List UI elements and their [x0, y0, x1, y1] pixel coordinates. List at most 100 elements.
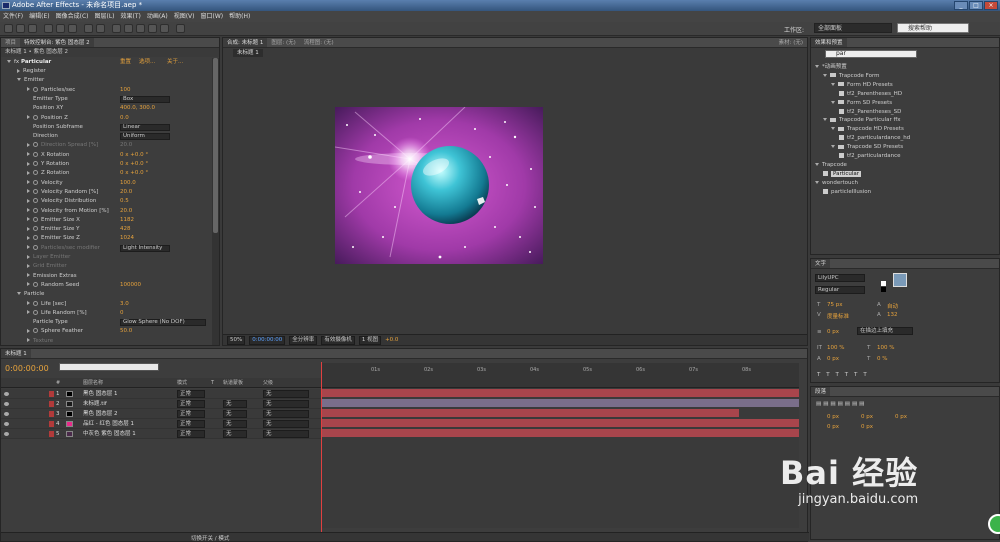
brush-tool-icon[interactable] — [124, 24, 133, 33]
font-style-select[interactable]: Regular — [815, 286, 865, 294]
stopwatch-icon[interactable] — [33, 188, 38, 194]
mask-tool-icon[interactable] — [84, 24, 93, 33]
active-camera-select[interactable]: 有效摄像机 — [321, 335, 355, 345]
layer-duration-bar[interactable] — [321, 399, 799, 407]
timeline-playhead[interactable] — [321, 362, 322, 532]
expand-toggle-icon[interactable] — [27, 282, 30, 287]
effect-reset-link[interactable]: 重置 — [120, 58, 131, 67]
stopwatch-icon[interactable] — [33, 235, 38, 241]
blend-mode-select[interactable]: 正常 — [177, 400, 205, 408]
effect-property-row[interactable]: Position XY 400.0, 300.0 — [1, 104, 211, 113]
indent-left-value[interactable]: 0 px — [827, 414, 839, 420]
close-button[interactable]: × — [984, 1, 998, 10]
effect-about-link[interactable]: 关于... — [167, 58, 183, 67]
layer-duration-bar[interactable] — [321, 419, 799, 427]
exposure-value[interactable]: +0.0 — [385, 337, 398, 343]
expand-toggle-icon[interactable] — [831, 127, 835, 131]
effect-property-row[interactable]: Particles/sec modifier Light Intensity — [1, 244, 211, 253]
workspace-select[interactable]: 全部面板 — [814, 23, 892, 33]
visibility-eye-icon[interactable] — [4, 412, 9, 416]
effect-property-row[interactable]: Position Z 0.0 — [1, 114, 211, 123]
property-value[interactable]: 0.5 — [120, 197, 129, 206]
effects-tree-item[interactable]: tf2_particulardance_hd — [839, 134, 910, 143]
active-comp-tab[interactable]: 未标题 1 — [233, 49, 263, 57]
stopwatch-icon[interactable] — [33, 207, 38, 213]
parent-select[interactable]: 无 — [263, 410, 309, 418]
effects-tree-item[interactable]: particleIllusion — [823, 188, 871, 197]
property-dropdown[interactable]: Linear — [120, 123, 170, 131]
hand-tool-icon[interactable] — [16, 24, 25, 33]
effect-expand-icon[interactable] — [7, 60, 11, 63]
tab-composition[interactable]: 合成: 未标题 1 — [223, 38, 268, 47]
effect-property-row[interactable]: Random Seed 100000 — [1, 281, 211, 290]
menu-edit[interactable]: 编辑(E) — [26, 11, 52, 22]
pan-behind-tool-icon[interactable] — [68, 24, 77, 33]
expand-toggle-icon[interactable] — [831, 100, 835, 104]
table-row[interactable]: 4 品红 - 红色 固态层 1 正常 无 无 — [1, 419, 321, 429]
resolution-select[interactable]: 全分辨率 — [289, 335, 318, 345]
rotate-tool-icon[interactable] — [44, 24, 53, 33]
space-before-value[interactable]: 0 px — [827, 424, 839, 430]
effect-property-row[interactable]: Velocity Random [%] 20.0 — [1, 188, 211, 197]
visibility-eye-icon[interactable] — [4, 402, 9, 406]
horizontal-scale-value[interactable]: 100 % — [877, 345, 894, 351]
layer-name[interactable]: 未标题.tif — [83, 399, 107, 409]
property-value[interactable]: 20.0 — [120, 141, 132, 150]
parent-select[interactable]: 无 — [263, 430, 309, 438]
expand-toggle-icon[interactable] — [27, 338, 30, 343]
stopwatch-icon[interactable] — [33, 244, 38, 250]
property-dropdown[interactable]: Glow Sphere (No DOF) — [120, 319, 206, 327]
expand-toggle-icon[interactable] — [815, 65, 819, 68]
label-color-icon[interactable] — [49, 421, 54, 427]
expand-toggle-icon[interactable] — [823, 73, 827, 77]
clone-tool-icon[interactable] — [136, 24, 145, 33]
effect-property-row[interactable]: Emitter Size X 1182 — [1, 216, 211, 225]
property-value[interactable]: 0.0 — [120, 114, 129, 123]
stopwatch-icon[interactable] — [33, 226, 38, 232]
visibility-eye-icon[interactable] — [4, 422, 9, 426]
effects-tree-item[interactable]: Form SD Presets — [831, 99, 892, 108]
property-value[interactable]: 50.0 — [120, 327, 132, 336]
toggle-switches-modes-button[interactable]: 切换开关 / 模式 — [191, 534, 229, 542]
effect-controls-scrollbar[interactable] — [212, 58, 219, 345]
property-value[interactable]: 100 — [120, 86, 131, 95]
property-dropdown[interactable]: Light Intensity — [120, 244, 170, 252]
fill-color-swatch[interactable] — [893, 273, 907, 287]
track-matte-select[interactable]: 无 — [223, 420, 247, 428]
stopwatch-icon[interactable] — [33, 281, 38, 287]
stroke-type-select[interactable]: 在描边上填充 — [857, 327, 913, 335]
expand-toggle-icon[interactable] — [17, 292, 21, 296]
menu-composition[interactable]: 图像合成(C) — [53, 11, 92, 22]
zoom-tool-icon[interactable] — [28, 24, 37, 33]
property-value[interactable]: 20.0 — [120, 188, 132, 197]
stopwatch-icon[interactable] — [33, 198, 38, 204]
layer-search-input[interactable] — [59, 363, 159, 371]
table-row[interactable]: 3 黑色 固态层 2 正常 无 无 — [1, 409, 321, 419]
vertical-scale-value[interactable]: 100 % — [827, 345, 844, 351]
tab-timeline-comp[interactable]: 未标题 1 — [1, 349, 31, 358]
effects-tree-item[interactable]: tf2_Parentheses_SD — [839, 108, 901, 117]
tab-layer[interactable]: 图层: (无) — [267, 38, 299, 47]
effects-tree-item[interactable]: Trapcode Form — [823, 72, 880, 81]
effects-tree-item[interactable]: Particular — [823, 170, 862, 179]
effect-property-row[interactable]: Direction Spread [%] 20.0 — [1, 141, 211, 150]
expand-toggle-icon[interactable] — [27, 152, 30, 157]
visibility-eye-icon[interactable] — [4, 392, 9, 396]
menu-animation[interactable]: 动画(A) — [144, 11, 171, 22]
effects-tree-item[interactable]: tf2_particulardance — [839, 152, 900, 161]
effect-property-row[interactable]: Life Random [%] 0 — [1, 309, 211, 318]
alignment-buttons[interactable]: ▤▤▤▤▤▤▤ — [816, 401, 866, 407]
eraser-tool-icon[interactable] — [148, 24, 157, 33]
expand-toggle-icon[interactable] — [831, 82, 835, 86]
time-ruler[interactable]: 01s 02s 03s 04s 05s 06s 07s 08s — [321, 363, 799, 388]
view-layout-select[interactable]: 1 视图 — [358, 335, 382, 345]
effect-property-row[interactable]: Particles/sec 100 — [1, 86, 211, 95]
effect-property-row[interactable]: Emitter — [1, 76, 211, 85]
stopwatch-icon[interactable] — [33, 170, 38, 176]
menu-layer[interactable]: 图层(L) — [92, 11, 118, 22]
selection-tool-icon[interactable] — [4, 24, 13, 33]
expand-toggle-icon[interactable] — [815, 180, 819, 184]
effect-property-row[interactable]: Velocity Distribution 0.5 — [1, 197, 211, 206]
property-value[interactable]: 0 x +0.0 ° — [120, 169, 148, 178]
layer-duration-bar[interactable] — [321, 429, 799, 437]
